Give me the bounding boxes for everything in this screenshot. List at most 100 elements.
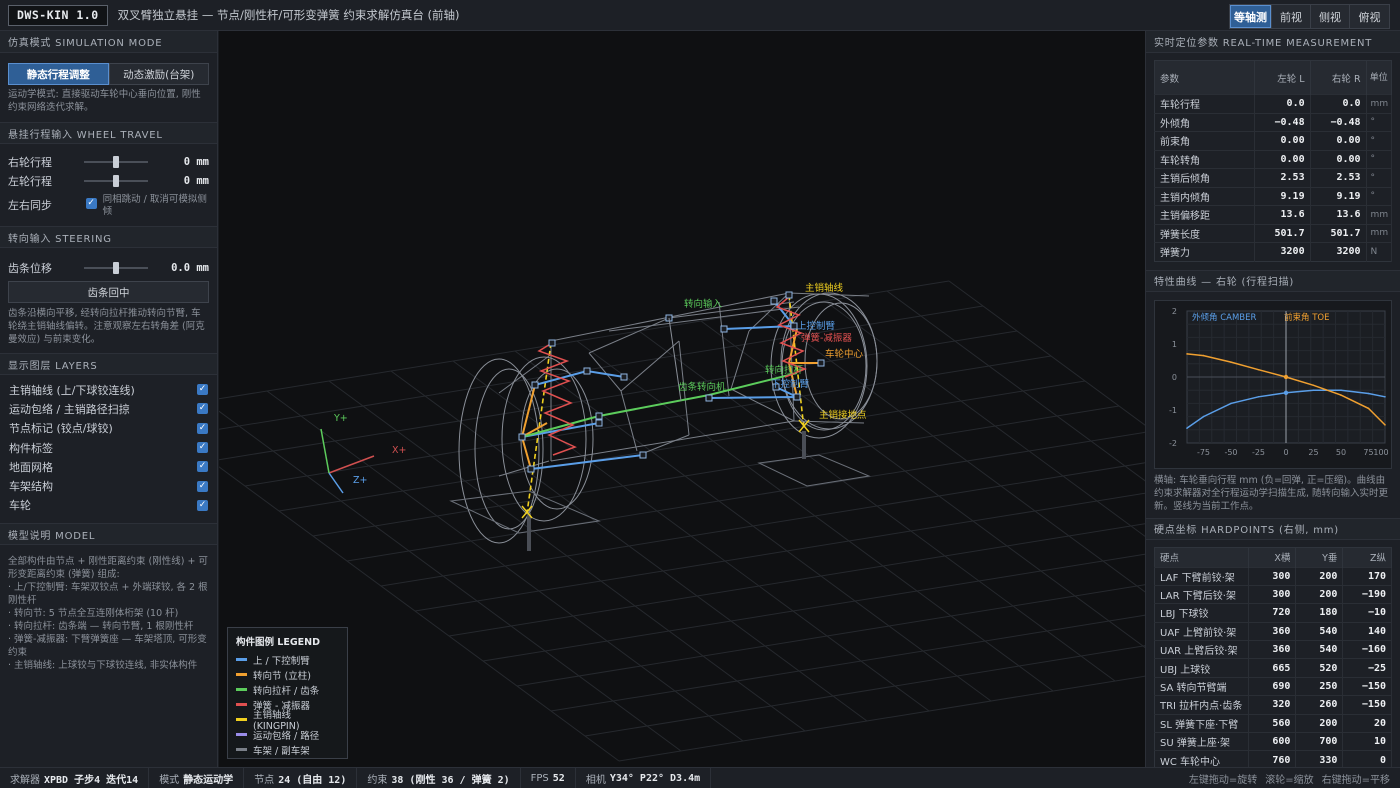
hardpoint-row: UBJ 上球铰 665 520 −25 (1154, 658, 1392, 678)
layer-checkbox[interactable]: ✓ (197, 499, 208, 511)
status-constraints-value: 38 (刚性 36 / 弹簧 2) (391, 774, 510, 786)
ground-grid (219, 280, 1145, 762)
right-travel-slider[interactable] (84, 155, 148, 168)
hardpoint-row: TRI 拉杆内点·齿条 320 260 −150 (1154, 695, 1392, 715)
chart-x-tick: 50 (1336, 448, 1346, 457)
3d-viewport[interactable]: 主销轴线 转向输入 上控制臂 弹簧-减振器 车轮中心 转向拉杆 下控制臂 齿条转… (219, 31, 1145, 767)
layer-checkbox[interactable]: ✓ (197, 422, 208, 434)
status-solver-value: XPBD 子步4 迭代14 (44, 774, 139, 786)
hardpoint-z: −10 (1342, 603, 1392, 623)
layer-kingpin[interactable]: 主销轴线 (上/下球铰连线) ✓ (0, 380, 217, 399)
chart-x-tick: 100 (1373, 448, 1388, 457)
hardpoint-row: UAR 上臂后铰·架 360 540 −160 (1154, 640, 1392, 659)
measurement-row: 主销内倾角 9.19 9.19 ° (1154, 186, 1393, 206)
legend-item: 转向节 (立柱) (236, 667, 339, 682)
measurement-row: 弹簧长度 501.7 501.7 mm (1154, 223, 1393, 243)
hardpoint-row: SA 转向节臂端 690 250 −150 (1154, 676, 1392, 696)
hardpoint-y: 260 (1295, 695, 1344, 715)
measurement-param: 主销后倾角 (1154, 168, 1255, 187)
chart-svg: 2 1 0 -1 -2 -75 -50 -25 0 25 50 75 100 外倾角 CAMBER 前束角 … (1169, 307, 1389, 457)
hardpoint-z: −150 (1342, 676, 1392, 696)
hardpoint-name: LAF 下臂前铰·架 (1154, 566, 1250, 586)
chart-y-tick: -2 (1169, 439, 1177, 448)
sim-mode-title: 仿真模式 SIMULATION MODE (0, 31, 217, 53)
view-front-button[interactable]: 前视 (1272, 5, 1311, 28)
view-iso-button[interactable]: 等轴测 (1230, 5, 1272, 28)
sync-checkbox[interactable]: ✓ (85, 198, 97, 209)
hardpoint-row: LAR 下臂后铰·架 300 200 −190 (1154, 584, 1392, 604)
measurement-right: 501.7 (1310, 223, 1367, 243)
left-travel-slider[interactable] (84, 174, 148, 187)
layer-checkbox[interactable]: ✓ (197, 442, 208, 454)
label-rack: 齿条转向机 (678, 381, 726, 393)
col-right: 右轮 R (1310, 60, 1367, 95)
measurement-left: 3200 (1254, 242, 1311, 261)
measurement-param: 前束角 (1154, 131, 1255, 150)
status-hints: 左键拖动=旋转 滚轮=缩放 右键拖动=平移 (1181, 768, 1390, 788)
rack-center-button[interactable]: 齿条回中 (8, 281, 209, 303)
rack-value: 0.0 mm (171, 261, 209, 274)
right-travel-thumb[interactable] (113, 155, 119, 168)
status-nodes-label: 节点 (254, 774, 275, 786)
layer-labels[interactable]: 构件标签 ✓ (0, 438, 217, 457)
sync-label: 左右同步 (8, 199, 52, 212)
label-lower-arm: 下控制臂 (771, 378, 810, 390)
measurement-right: 0.0 (1310, 94, 1367, 113)
hardpoint-x: 600 (1248, 732, 1297, 751)
measurement-unit: mm (1366, 94, 1393, 113)
left-travel-thumb[interactable] (113, 174, 119, 187)
hardpoint-y: 540 (1295, 621, 1344, 641)
layer-checkbox[interactable]: ✓ (197, 403, 208, 415)
node-marker (817, 359, 825, 367)
measurement-param: 主销偏移距 (1154, 205, 1255, 224)
right-travel-label: 右轮行程 (8, 155, 52, 169)
measurement-left: 2.53 (1254, 168, 1311, 187)
view-button-group: 等轴测 前视 侧视 俯视 (1229, 4, 1390, 29)
layer-label: 车架结构 (9, 480, 53, 494)
legend-swatch (236, 748, 247, 751)
toe-legend: 前束角 TOE (1284, 312, 1329, 323)
hardpoint-x: 665 (1248, 658, 1297, 678)
chart-y-tick: 2 (1172, 307, 1177, 316)
layer-ground-grid[interactable]: 地面网格 ✓ (0, 457, 217, 476)
hardpoint-name: SA 转向节臂端 (1154, 676, 1250, 696)
left-panel: 仿真模式 SIMULATION MODE 静态行程调整 动态激励(台架) 运动学… (0, 31, 218, 767)
rack-slider[interactable] (84, 261, 148, 274)
measurement-param: 车轮转角 (1154, 149, 1255, 169)
layer-checkbox[interactable]: ✓ (197, 480, 208, 492)
measurement-header-row: 参数 左轮 L 右轮 R 单位 (1154, 60, 1393, 95)
label-kingpin-axis: 主销轴线 (805, 282, 844, 294)
layer-wheels[interactable]: 车轮 ✓ (0, 496, 217, 515)
layer-checkbox[interactable]: ✓ (197, 461, 208, 473)
toe-point (1186, 352, 1188, 355)
measurement-left: 13.6 (1254, 205, 1311, 224)
layers-title: 显示图层 LAYERS (0, 353, 217, 375)
suspension-scene[interactable]: 主销轴线 转向输入 上控制臂 弹簧-减振器 车轮中心 转向拉杆 下控制臂 齿条转… (219, 31, 1145, 767)
col-hardpoint: 硬点 (1154, 547, 1250, 567)
layer-frame[interactable]: 车架结构 ✓ (0, 476, 217, 495)
layer-envelope[interactable]: 运动包络 / 主销路径扫掠 ✓ (0, 399, 217, 418)
dynamic-mode-button[interactable]: 动态激励(台架) (108, 63, 209, 85)
view-top-button[interactable]: 俯视 (1350, 5, 1389, 28)
hardpoint-y: 200 (1295, 584, 1344, 604)
hardpoint-name: SL 弹簧下座·下臂 (1154, 713, 1250, 733)
hardpoint-name: UBJ 上球铰 (1154, 658, 1250, 678)
view-side-button[interactable]: 侧视 (1311, 5, 1350, 28)
status-nodes: 节点 24 (自由 12) (244, 767, 358, 788)
static-mode-button[interactable]: 静态行程调整 (8, 63, 109, 85)
hardpoint-name: SU 弹簧上座·架 (1154, 732, 1250, 751)
measurement-unit: ° (1366, 112, 1393, 132)
status-solver: 求解器 XPBD 子步4 迭代14 (0, 767, 150, 788)
measurement-row: 主销后倾角 2.53 2.53 ° (1154, 168, 1393, 187)
measurement-unit: N (1366, 242, 1393, 261)
rack-thumb[interactable] (113, 261, 119, 274)
legend-label: 转向节 (立柱) (253, 670, 311, 682)
hardpoint-z: −190 (1342, 584, 1392, 604)
node-marker (583, 367, 591, 375)
camber-point (1367, 392, 1370, 394)
measurement-row: 弹簧力 3200 3200 N (1154, 242, 1393, 261)
hardpoint-name: UAF 上臂前铰·架 (1154, 621, 1250, 641)
layer-checkbox[interactable]: ✓ (197, 384, 208, 396)
status-constraints-label: 约束 (367, 774, 388, 786)
layer-node-markers[interactable]: 节点标记 (铰点/球铰) ✓ (0, 419, 217, 438)
